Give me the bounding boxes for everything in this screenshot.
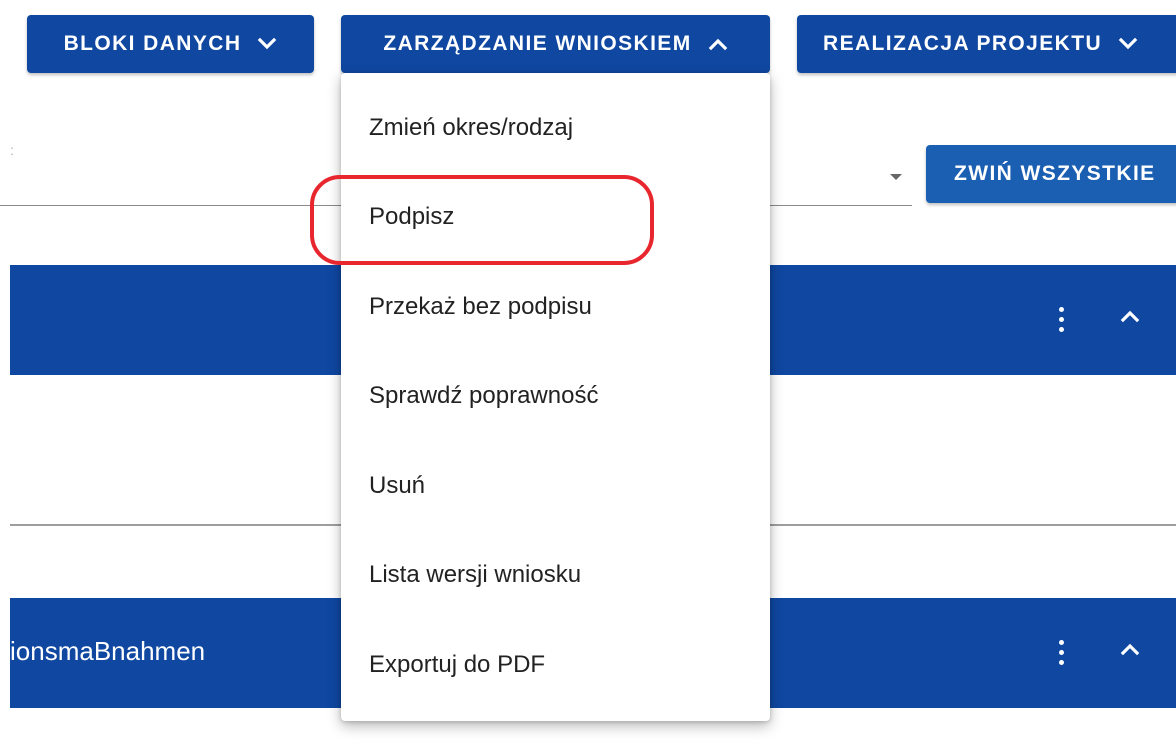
field-label-fragment: :	[10, 142, 14, 158]
menu-item-submit-without-signature[interactable]: Przekaż bez podpisu	[341, 262, 770, 352]
menu-item-delete[interactable]: Usuń	[341, 441, 770, 531]
chevron-down-icon	[1118, 37, 1138, 51]
menu-item-sign[interactable]: Podpisz	[341, 173, 770, 263]
section-title: ionsmaBnahmen	[10, 636, 206, 666]
more-vert-icon[interactable]	[1056, 640, 1066, 668]
chevron-up-icon[interactable]	[1120, 309, 1140, 328]
menu-item-version-list[interactable]: Lista wersji wniosku	[341, 531, 770, 621]
chevron-up-icon	[708, 37, 728, 51]
menu-item-change-period[interactable]: Zmień okres/rodzaj	[341, 83, 770, 173]
project-realization-button[interactable]: REALIZACJA PROJEKTU	[797, 15, 1176, 73]
application-management-label: ZARZĄDZANIE WNIOSKIEM	[383, 32, 692, 55]
chevron-down-icon	[257, 37, 277, 51]
collapse-all-button[interactable]: ZWIŃ WSZYSTKIE	[926, 145, 1176, 203]
project-realization-label: REALIZACJA PROJEKTU	[823, 32, 1103, 55]
collapse-all-label: ZWIŃ WSZYSTKIE	[954, 162, 1156, 185]
application-screen: BLOKI DANYCH ZARZĄDZANIE WNIOSKIEM REALI…	[0, 0, 1176, 747]
data-blocks-label: BLOKI DANYCH	[63, 32, 242, 55]
data-blocks-button[interactable]: BLOKI DANYCH	[27, 15, 314, 73]
caret-down-icon	[890, 174, 902, 180]
more-vert-icon[interactable]	[1056, 307, 1066, 335]
menu-item-export-pdf[interactable]: Exportuj do PDF	[341, 620, 770, 710]
chevron-up-icon[interactable]	[1120, 642, 1140, 661]
application-management-button[interactable]: ZARZĄDZANIE WNIOSKIEM	[341, 15, 770, 73]
menu-item-validate[interactable]: Sprawdź poprawność	[341, 352, 770, 442]
application-management-menu: Zmień okres/rodzaj Podpisz Przekaż bez p…	[341, 73, 770, 721]
